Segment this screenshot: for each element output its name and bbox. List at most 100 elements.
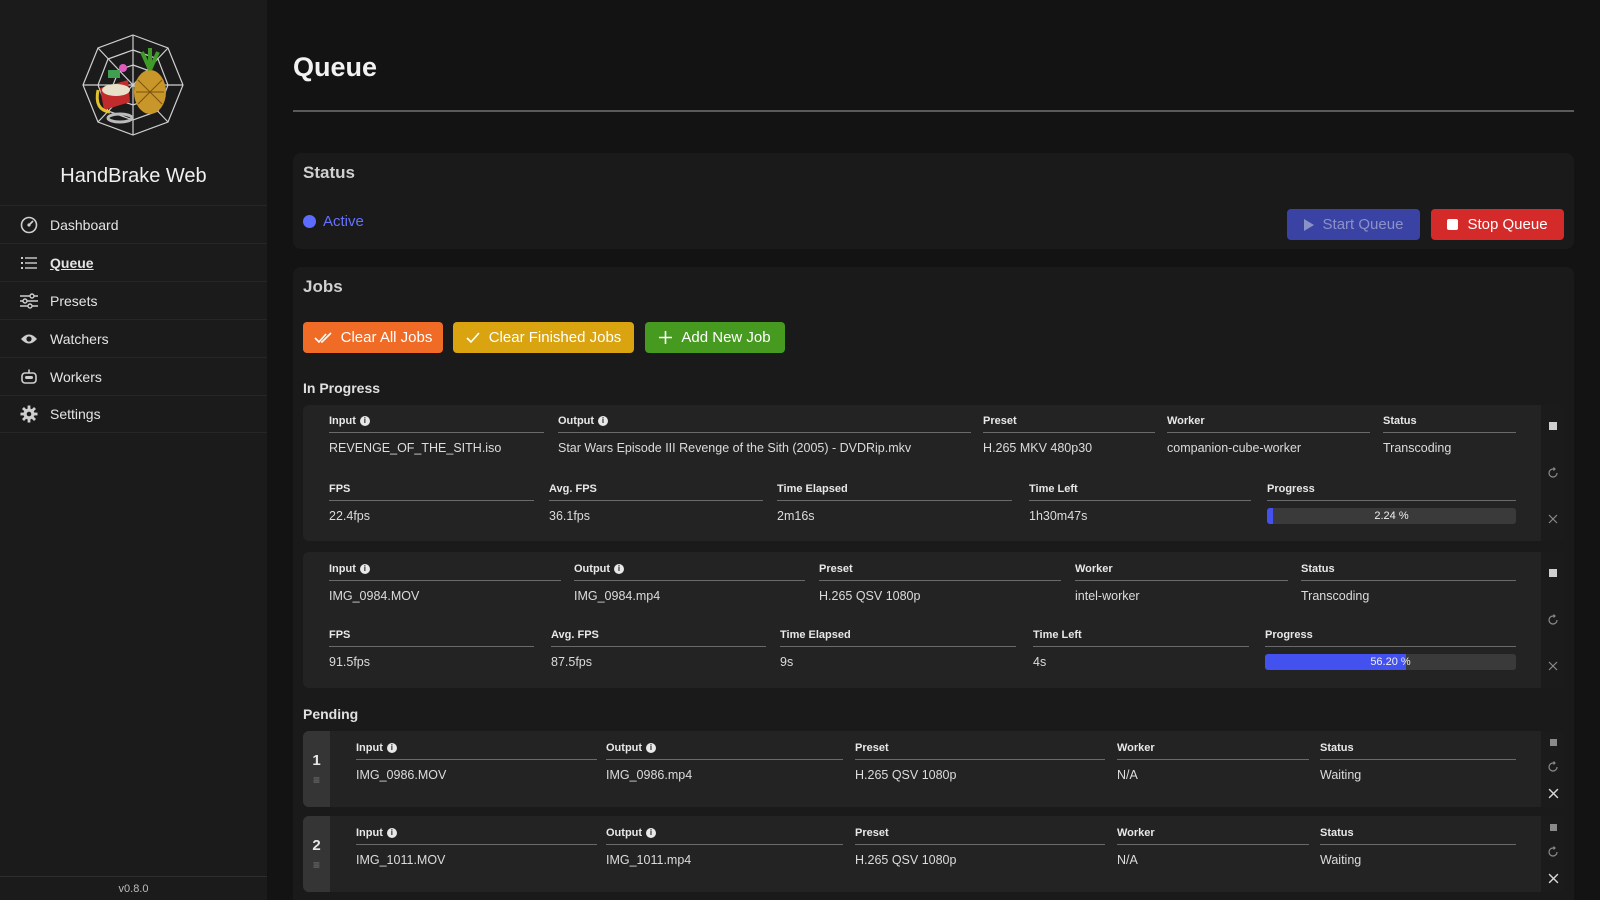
drag-handle-icon[interactable]: ≡ (313, 773, 320, 787)
queue-status-text: Active (323, 213, 364, 230)
double-check-icon (314, 331, 332, 344)
input-cell: Input i IMG_1011.MOV (356, 827, 597, 867)
pending-number: 1 (312, 751, 321, 769)
sidebar-item-watchers[interactable]: Watchers (0, 319, 267, 357)
remove-job-icon[interactable] (1547, 787, 1559, 799)
stop-job-icon[interactable] (1547, 567, 1559, 579)
preset-header: Preset (819, 563, 1061, 581)
info-icon[interactable]: i (386, 828, 397, 838)
sliders-icon (19, 291, 39, 311)
drag-handle-icon[interactable]: ≡ (313, 858, 320, 872)
input-cell: Input i IMG_0984.MOV (329, 563, 561, 603)
status-header: Status (1301, 563, 1516, 581)
clear-finished-jobs-button[interactable]: Clear Finished Jobs (453, 322, 634, 353)
time-elapsed-value: 2m16s (777, 509, 815, 523)
progress-cell: Progress 2.24 % (1267, 483, 1516, 524)
preset-cell: Preset H.265 MKV 480p30 (983, 415, 1155, 455)
retry-icon[interactable] (1547, 761, 1559, 773)
status-header: Status (1320, 742, 1516, 760)
info-icon[interactable]: i (386, 743, 397, 753)
status-value: Transcoding (1383, 441, 1452, 455)
clear-all-jobs-button[interactable]: Clear All Jobs (303, 322, 443, 353)
output-cell: Output i IMG_0986.mp4 (606, 742, 843, 782)
preset-value: H.265 QSV 1080p (819, 589, 921, 603)
output-cell: Output i Star Wars Episode III Revenge of… (558, 415, 971, 455)
robot-icon (19, 367, 39, 387)
progress-text: 2.24 % (1374, 510, 1409, 522)
clear-finished-jobs-label: Clear Finished Jobs (488, 329, 622, 346)
info-icon[interactable]: i (359, 564, 370, 574)
play-icon (1303, 218, 1314, 231)
time-left-header: Time Left (1029, 483, 1251, 501)
input-cell: Input i REVENGE_OF_THE_SITH.iso (329, 415, 544, 455)
gear-icon (19, 404, 39, 424)
app-title: HandBrake Web (60, 165, 207, 187)
pending-job: 1 ≡ Input i IMG_0986.MOV Output i IMG_0986… (303, 731, 1564, 807)
output-value: Star Wars Episode III Revenge of the Sit… (558, 441, 912, 455)
worker-cell: Worker N/A (1117, 827, 1309, 867)
info-icon[interactable]: i (614, 564, 625, 574)
stop-job-icon[interactable] (1547, 736, 1559, 748)
job-actions (1541, 816, 1564, 892)
jobs-card: Jobs Clear All Jobs Clear Finished Jobs … (293, 267, 1574, 900)
remove-job-icon[interactable] (1547, 872, 1559, 884)
time-left-cell: Time Left 4s (1033, 629, 1249, 669)
preset-value: H.265 QSV 1080p (855, 853, 957, 867)
avg-fps-value: 36.1fps (549, 509, 591, 523)
input-header: Input (356, 827, 383, 839)
status-card: Status Active Start Queue Stop Queue (293, 153, 1574, 249)
stop-queue-button[interactable]: Stop Queue (1431, 209, 1564, 240)
start-queue-button[interactable]: Start Queue (1287, 209, 1420, 240)
output-header: Output (574, 563, 611, 575)
retry-icon[interactable] (1547, 614, 1559, 626)
info-icon[interactable]: i (646, 828, 657, 838)
progress-cell: Progress 56.20 % (1265, 629, 1516, 670)
preset-value: H.265 QSV 1080p (855, 768, 957, 782)
check-icon (466, 331, 480, 344)
retry-icon[interactable] (1547, 846, 1559, 858)
avg-fps-cell: Avg. FPS 36.1fps (549, 483, 763, 523)
sidebar-item-queue[interactable]: Queue (0, 243, 267, 281)
sidebar-item-presets[interactable]: Presets (0, 281, 267, 319)
sidebar-item-label: Settings (50, 406, 101, 422)
time-left-value: 4s (1033, 655, 1047, 669)
worker-cell: Worker companion-cube-worker (1167, 415, 1370, 455)
retry-icon[interactable] (1547, 467, 1559, 479)
in-progress-job: Input i IMG_0984.MOV Output i IMG_0984.mp4… (303, 552, 1564, 688)
remove-job-icon[interactable] (1547, 660, 1559, 672)
output-cell: Output i IMG_1011.mp4 (606, 827, 843, 867)
status-cell: Status Transcoding (1301, 563, 1516, 603)
add-new-job-button[interactable]: Add New Job (645, 322, 785, 353)
status-value: Waiting (1320, 768, 1362, 782)
status-value: Waiting (1320, 853, 1362, 867)
stop-job-icon[interactable] (1547, 821, 1559, 833)
stop-icon (1447, 219, 1459, 230)
main-content: Queue Status Active Start Queue Stop Que… (293, 0, 1574, 900)
fps-value: 22.4fps (329, 509, 371, 523)
info-icon[interactable]: i (646, 743, 657, 753)
status-title: Status (303, 163, 355, 182)
in-progress-label: In Progress (303, 380, 381, 396)
preset-cell: Preset H.265 QSV 1080p (855, 827, 1105, 867)
output-cell: Output i IMG_0984.mp4 (574, 563, 805, 603)
sidebar-item-label: Queue (50, 254, 94, 271)
sidebar-item-workers[interactable]: Workers (0, 357, 267, 395)
stop-job-icon[interactable] (1547, 420, 1559, 432)
pending-order[interactable]: 2 ≡ (303, 816, 330, 892)
worker-cell: Worker N/A (1117, 742, 1309, 782)
sidebar-item-settings[interactable]: Settings (0, 395, 267, 433)
progress-text: 56.20 % (1370, 656, 1411, 668)
worker-value: N/A (1117, 853, 1138, 867)
pending-order[interactable]: 1 ≡ (303, 731, 330, 807)
remove-job-icon[interactable] (1547, 513, 1559, 525)
avg-fps-header: Avg. FPS (551, 629, 766, 647)
fps-cell: FPS 91.5fps (329, 629, 534, 669)
info-icon[interactable]: i (598, 416, 609, 426)
time-left-cell: Time Left 1h30m47s (1029, 483, 1251, 523)
output-value: IMG_1011.mp4 (606, 853, 692, 867)
worker-value: N/A (1117, 768, 1138, 782)
worker-header: Worker (1117, 827, 1309, 845)
progress-header: Progress (1267, 483, 1516, 501)
sidebar-item-dashboard[interactable]: Dashboard (0, 205, 267, 243)
info-icon[interactable]: i (359, 416, 370, 426)
